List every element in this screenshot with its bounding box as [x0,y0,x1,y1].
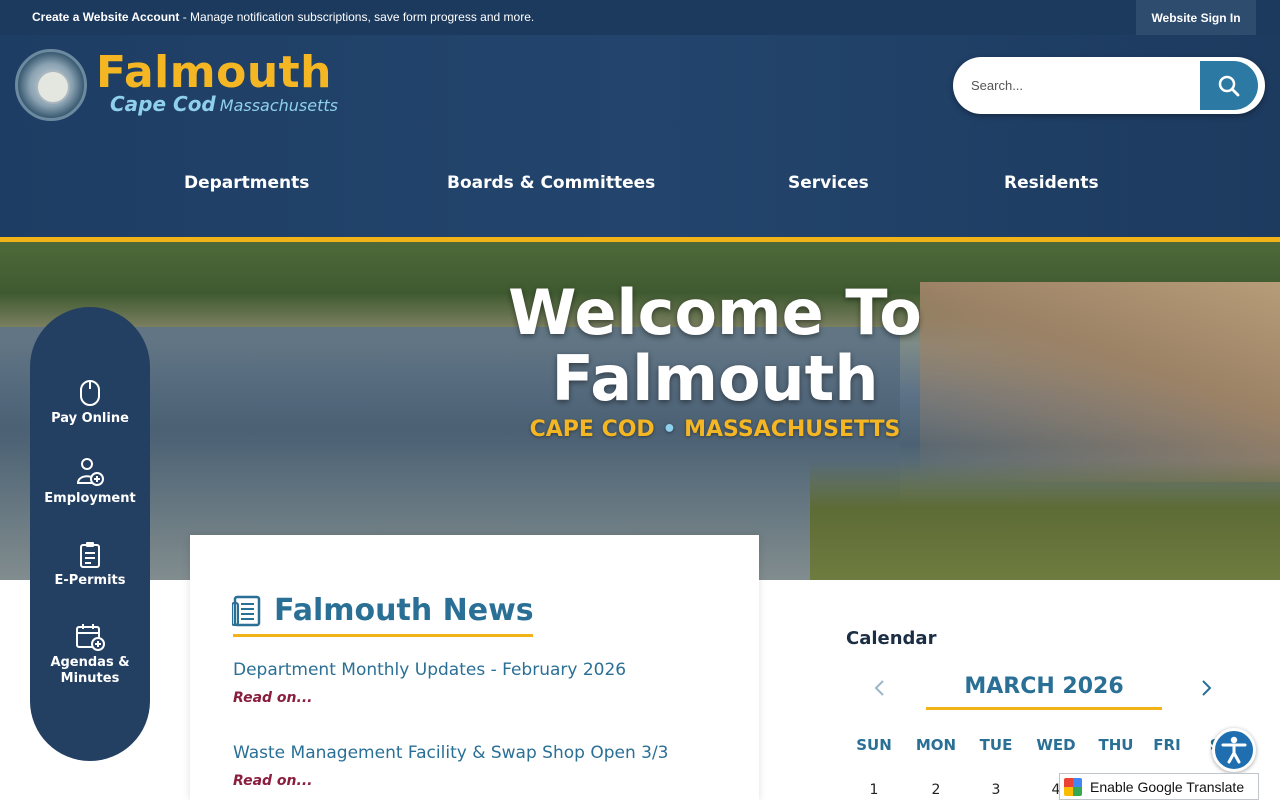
news-article-title[interactable]: Waste Management Facility & Swap Shop Op… [233,743,669,763]
newspaper-icon [232,595,261,626]
main-navigation: Departments Boards & Committees Services… [0,173,1280,203]
news-article: Waste Management Facility & Swap Shop Op… [233,743,669,789]
hero-title-line2: Falmouth [551,342,879,415]
calendar-month-nav: MARCH 2026 [870,672,1212,712]
news-title[interactable]: Falmouth News [274,593,534,628]
calendar-month-underline [926,707,1162,710]
quick-link-pay-online[interactable]: Pay Online [30,379,150,427]
chevron-right-icon[interactable] [1196,678,1216,698]
calendar-add-icon [76,624,105,651]
calendar-date[interactable]: 3 [966,782,1026,798]
weekday-label: WED [1036,736,1076,754]
hero-subtitle: CAPE COD • MASSACHUSETTS [475,417,955,442]
hero-title: Welcome To Falmouth [475,280,955,412]
chevron-left-icon[interactable] [870,678,890,698]
quick-link-label: E-Permits [54,573,126,588]
calendar-month: MARCH 2026 [964,674,1124,699]
news-header: Falmouth News [232,593,534,628]
calendar-label: Calendar [846,628,937,649]
google-translate-button[interactable]: Enable Google Translate [1059,773,1259,800]
quick-link-employment[interactable]: Employment [30,457,150,507]
nav-boards-committees[interactable]: Boards & Committees [447,173,655,193]
calendar-date[interactable]: 2 [906,782,966,798]
hero-shoreline [920,282,1280,482]
brand-name[interactable]: Falmouth [96,47,332,98]
create-account-description: - Manage notification subscriptions, sav… [179,10,535,24]
read-on-link[interactable]: Read on... [233,690,626,706]
accessibility-icon [1221,736,1247,764]
search-box [953,57,1265,114]
brand-subtitle: Cape Cod Massachusetts [110,92,338,116]
hero-subtitle-dot: • [662,417,677,442]
google-translate-label: Enable Google Translate [1090,778,1245,795]
news-article: Department Monthly Updates - February 20… [233,660,626,706]
search-button[interactable] [1200,61,1258,110]
weekday-label: MON [915,736,957,754]
calendar-widget: Calendar MARCH 2026 SUN MON TUE WED THU … [846,628,1246,798]
create-account-label[interactable]: Create a Website Account [32,10,179,24]
website-sign-in-button[interactable]: Website Sign In [1136,0,1256,35]
news-card: Falmouth News Department Monthly Updates… [190,535,759,800]
nav-residents[interactable]: Residents [1004,173,1099,193]
town-seal-logo[interactable] [15,49,87,121]
nav-departments[interactable]: Departments [184,173,309,193]
utility-bar: Create a Website Account - Manage notifi… [0,0,1280,35]
mouse-icon [80,380,100,406]
news-title-underline [233,634,533,637]
hero-subtitle-left: CAPE COD [529,417,655,442]
brand-cape-cod: Cape Cod [110,92,216,116]
news-article-title[interactable]: Department Monthly Updates - February 20… [233,660,626,680]
weekday-label: SUN [856,736,892,754]
quick-link-label: Employment [44,491,136,506]
nav-services[interactable]: Services [788,173,869,193]
quick-link-label: Agendas & Minutes [50,655,130,686]
weekday-label: FRI [1153,736,1181,754]
read-on-link[interactable]: Read on... [233,773,669,789]
accessibility-button[interactable] [1212,728,1256,772]
search-input[interactable] [971,57,1191,114]
person-add-icon [76,458,104,486]
search-icon [1218,75,1240,96]
site-header: Falmouth Cape CodMassachusetts Departmen… [0,35,1280,238]
hero-grass [810,460,1280,580]
quick-link-e-permits[interactable]: E-Permits [30,541,150,589]
quick-link-label: Pay Online [51,411,129,426]
create-account-link[interactable]: Create a Website Account - Manage notifi… [32,10,534,24]
google-logo-icon [1064,777,1082,796]
quick-links-panel: Pay Online Employment E-Permits Agendas … [30,307,150,761]
hero-banner: Welcome To Falmouth CAPE COD • MASSACHUS… [0,242,1280,580]
hero-title-line1: Welcome To [508,276,922,349]
hero-subtitle-right: MASSACHUSETTS [684,417,901,442]
weekday-label: TUE [979,736,1013,754]
clipboard-icon [80,542,100,568]
quick-link-agendas-minutes[interactable]: Agendas & Minutes [30,623,150,687]
calendar-date[interactable]: 1 [844,782,904,798]
brand-massachusetts: Massachusetts [219,96,338,115]
